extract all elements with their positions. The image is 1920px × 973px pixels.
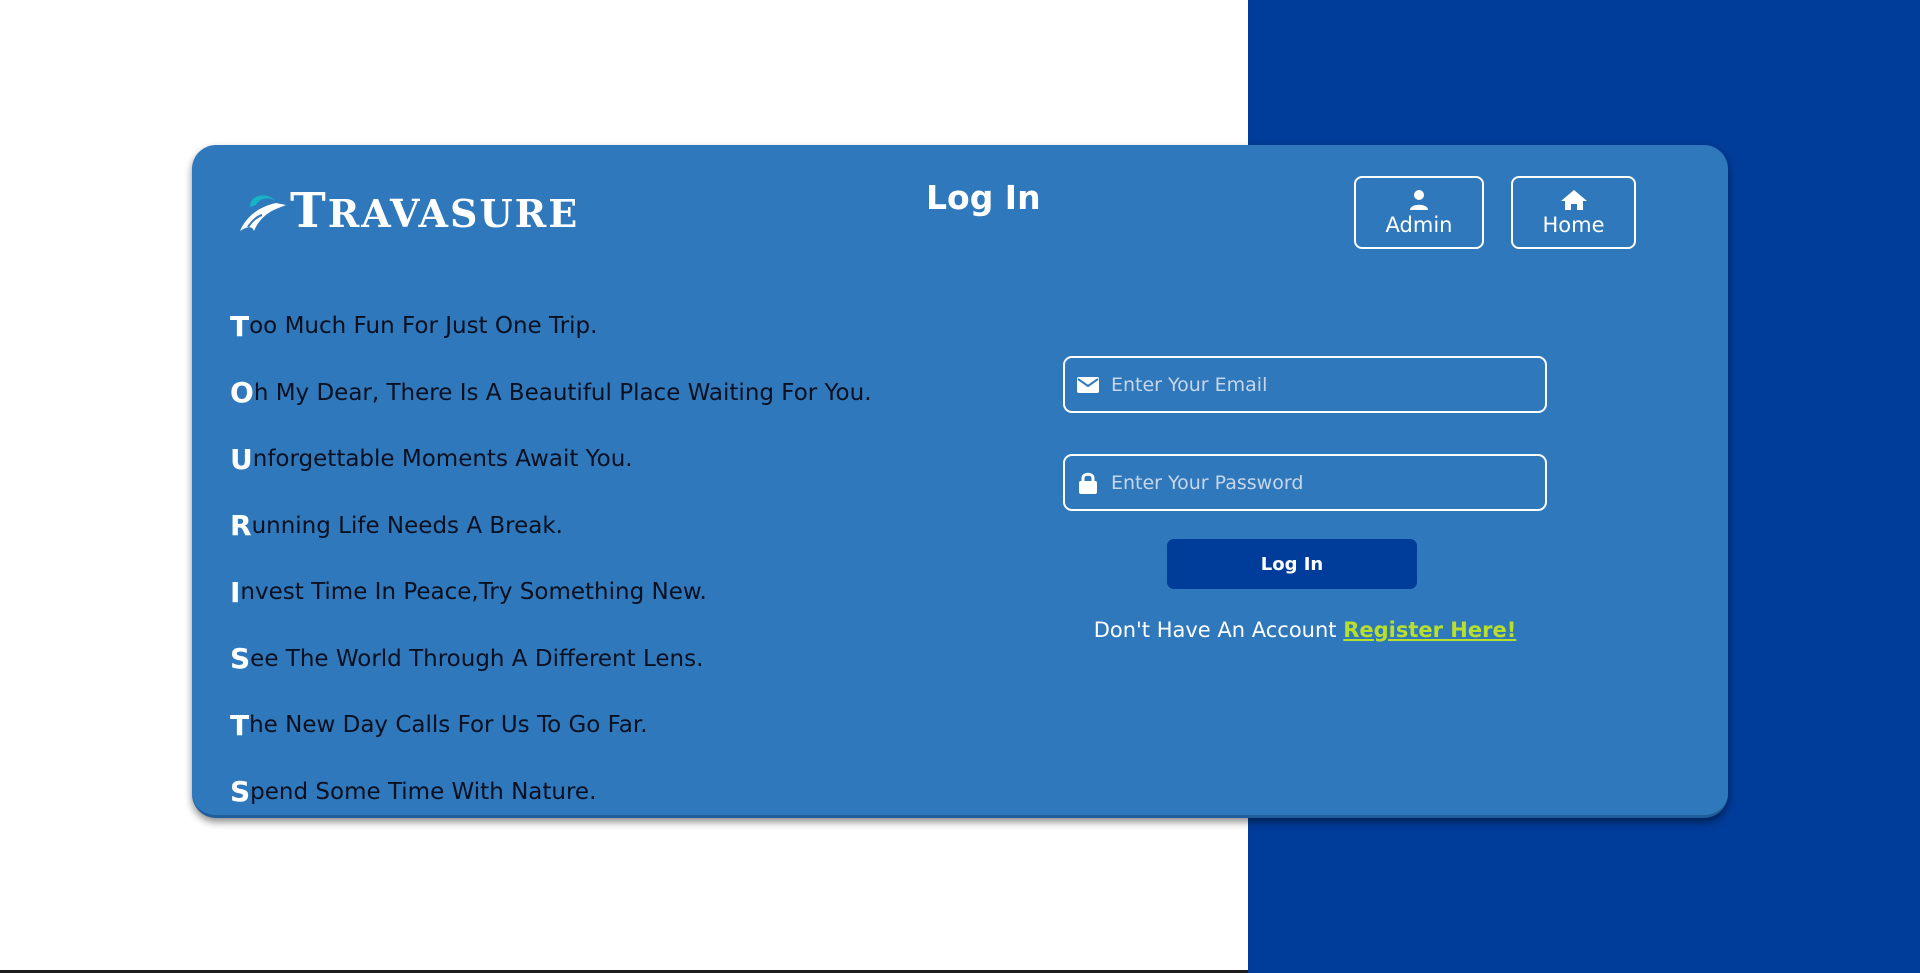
home-button[interactable]: Home [1511, 176, 1636, 249]
quote-item: Too Much Fun For Just One Trip. [230, 309, 598, 343]
quote-item: Running Life Needs A Break. [230, 509, 563, 543]
quote-item: Invest Time In Peace,Try Something New. [230, 575, 707, 609]
register-prompt-text: Don't Have An Account [1093, 618, 1337, 642]
admin-button-label: Admin [1385, 212, 1453, 237]
admin-button[interactable]: Admin [1354, 176, 1484, 249]
login-button[interactable]: Log In [1167, 539, 1417, 589]
email-input[interactable] [1109, 372, 1545, 397]
envelope-icon [1075, 376, 1101, 393]
page-title: Log In [926, 178, 1041, 217]
email-field[interactable] [1063, 356, 1547, 413]
brand-name: TRAVASURE [290, 183, 580, 239]
bird-logo-icon [240, 195, 286, 231]
password-field[interactable] [1063, 454, 1547, 511]
login-card: TRAVASURE Log In Admin Home Too Much Fun… [192, 145, 1728, 818]
user-icon [1410, 189, 1428, 210]
home-button-label: Home [1542, 212, 1605, 237]
home-icon [1560, 189, 1587, 210]
register-link[interactable]: Register Here! [1343, 618, 1516, 642]
quote-list: Too Much Fun For Just One Trip. Oh My De… [230, 293, 872, 825]
quote-item: See The World Through A Different Lens. [230, 642, 704, 676]
quote-item: Unforgettable Moments Await You. [230, 442, 633, 476]
brand-logo[interactable]: TRAVASURE [236, 187, 579, 235]
lock-icon [1075, 472, 1101, 494]
password-input[interactable] [1109, 470, 1545, 495]
quote-item: The New Day Calls For Us To Go Far. [230, 708, 648, 742]
quote-item: Oh My Dear, There Is A Beautiful Place W… [230, 376, 872, 410]
register-prompt: Don't Have An Account Register Here! [1063, 618, 1547, 642]
quote-item: Spend Some Time With Nature. [230, 775, 597, 809]
